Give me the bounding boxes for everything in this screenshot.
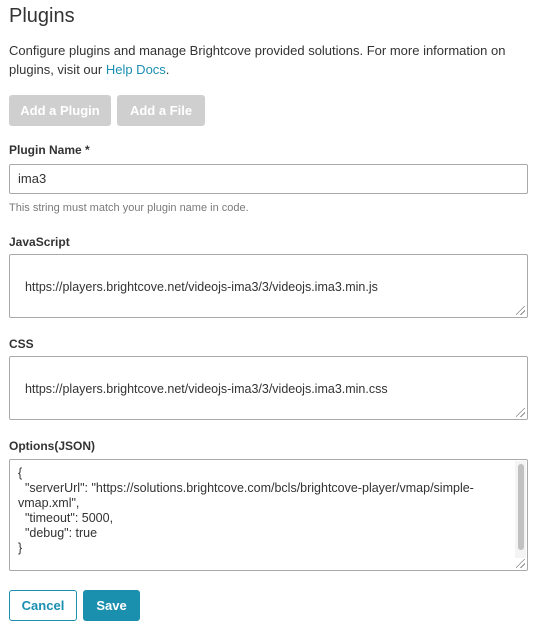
page-title: Plugins bbox=[9, 5, 75, 27]
intro-body: Configure plugins and manage Brightcove … bbox=[9, 43, 506, 77]
save-button[interactable]: Save bbox=[83, 590, 140, 621]
options-json-label: Options(JSON) bbox=[9, 439, 95, 453]
resize-handle-icon[interactable] bbox=[516, 408, 525, 417]
css-textarea[interactable]: https://players.brightcove.net/videojs-i… bbox=[9, 356, 528, 420]
intro-end: . bbox=[165, 62, 170, 77]
javascript-label: JavaScript bbox=[9, 235, 70, 249]
css-value: https://players.brightcove.net/videojs-i… bbox=[24, 382, 388, 396]
intro-text: Configure plugins and manage Brightcove … bbox=[9, 41, 524, 79]
options-json-value: { "serverUrl": "https://solutions.bright… bbox=[18, 466, 474, 555]
plugin-name-hint: This string must match your plugin name … bbox=[9, 202, 249, 214]
javascript-value: https://players.brightcove.net/videojs-i… bbox=[24, 280, 378, 294]
resize-handle-icon[interactable] bbox=[516, 306, 525, 315]
plugin-name-label: Plugin Name * bbox=[9, 143, 90, 157]
options-json-textarea[interactable]: { "serverUrl": "https://solutions.bright… bbox=[9, 459, 528, 571]
javascript-textarea[interactable]: https://players.brightcove.net/videojs-i… bbox=[9, 254, 528, 318]
cancel-button[interactable]: Cancel bbox=[9, 590, 77, 621]
plugin-name-input[interactable]: ima3 bbox=[9, 164, 528, 194]
help-docs-link[interactable]: Help Docs bbox=[106, 62, 166, 77]
add-plugin-button[interactable]: Add a Plugin bbox=[9, 95, 111, 126]
add-file-button[interactable]: Add a File bbox=[117, 95, 205, 126]
resize-handle-icon[interactable] bbox=[516, 559, 525, 568]
css-label: CSS bbox=[9, 337, 34, 351]
scrollbar-thumb[interactable] bbox=[518, 464, 524, 550]
